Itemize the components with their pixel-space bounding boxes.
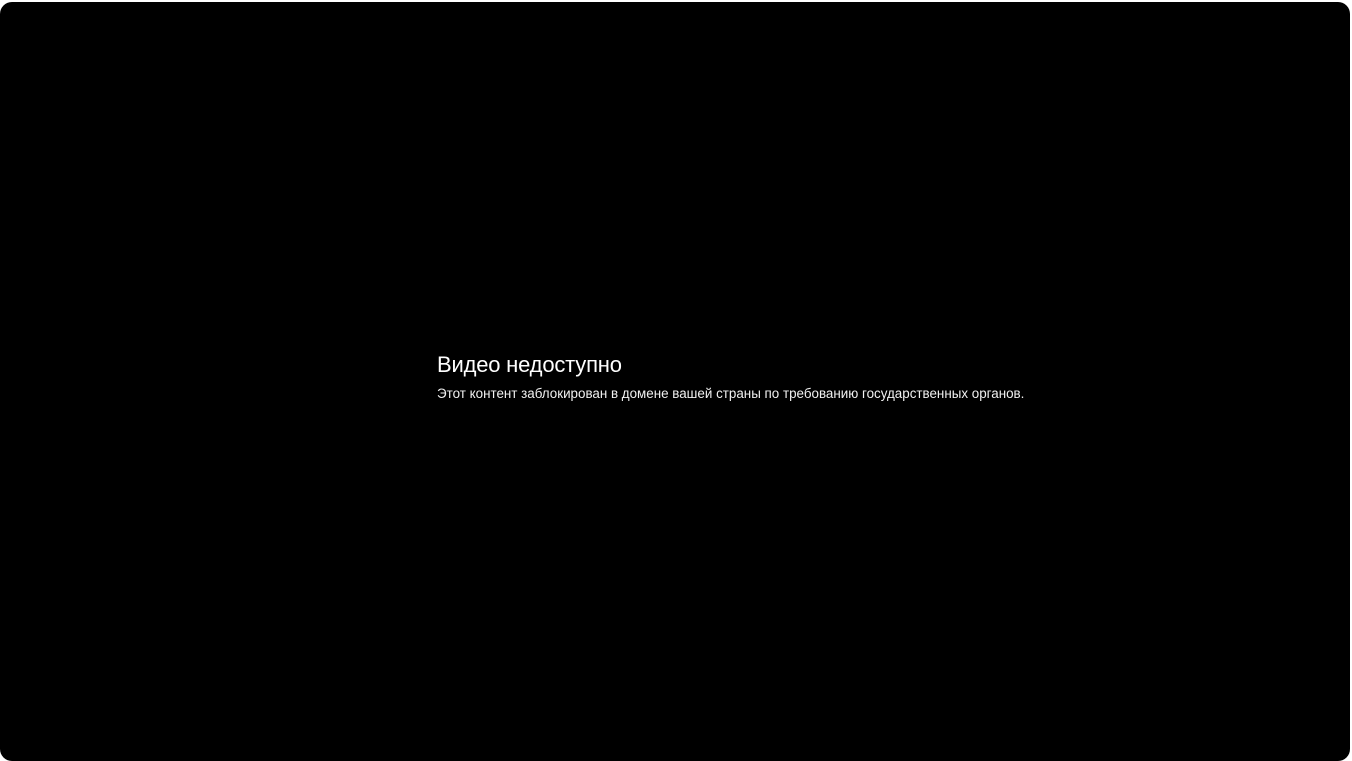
unavailable-error: Видео недоступно Этот контент заблокиров… (437, 351, 1024, 403)
error-title: Видео недоступно (437, 352, 622, 377)
video-player: Видео недоступно Этот контент заблокиров… (0, 2, 1350, 761)
error-message: Этот контент заблокирован в домене вашей… (437, 386, 1025, 401)
